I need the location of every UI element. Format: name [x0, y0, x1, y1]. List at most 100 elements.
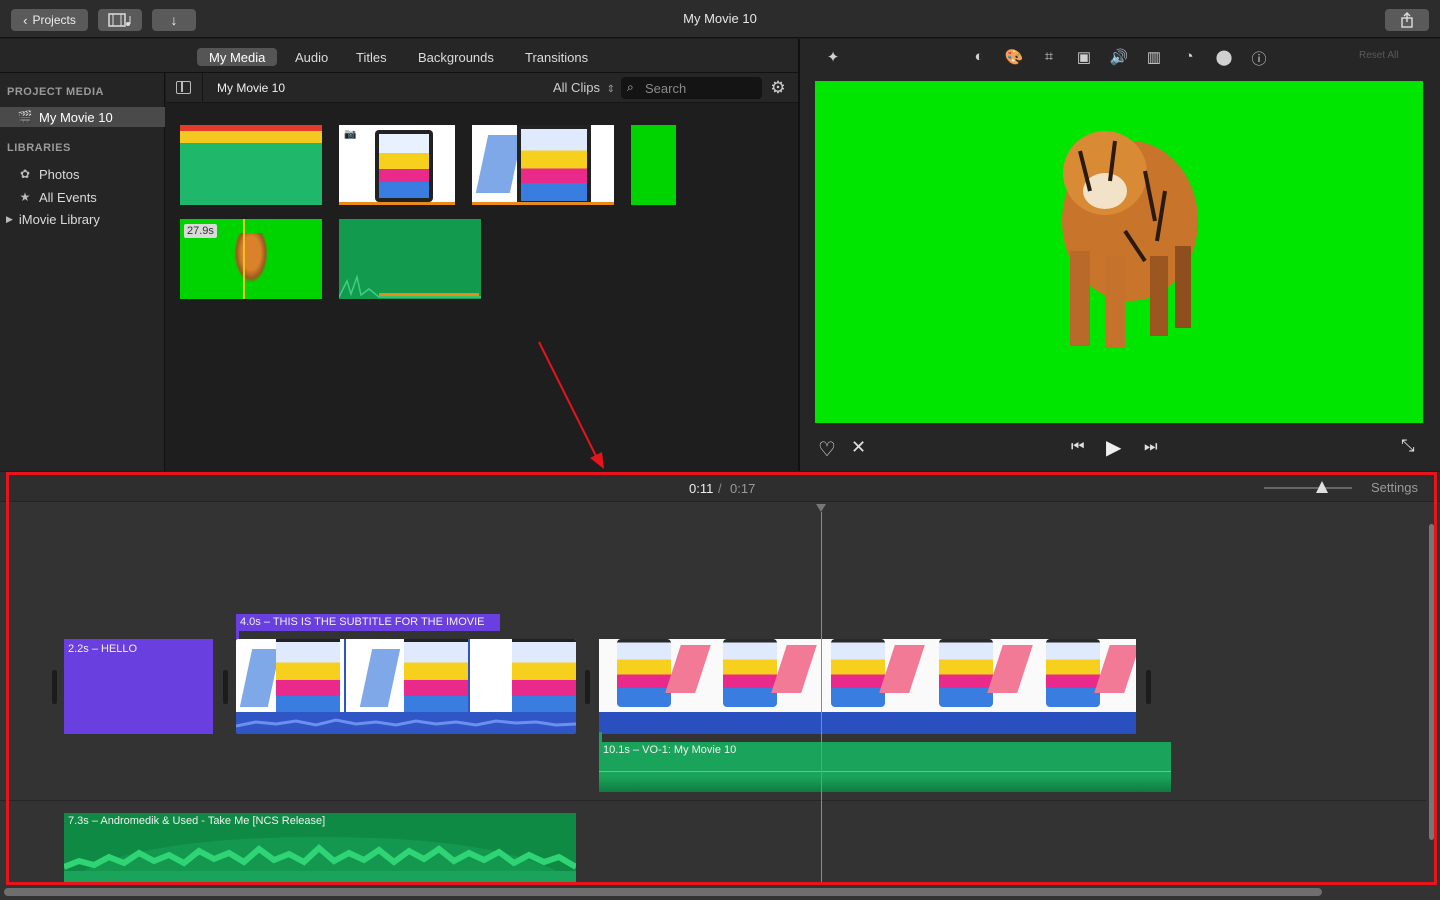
clip-filter-select[interactable]: All Clips ⇕: [553, 80, 615, 95]
equalizer-icon[interactable]: ▥: [1144, 48, 1164, 66]
tab-backgrounds[interactable]: Backgrounds: [406, 48, 506, 66]
clip-label: 2.2s – HELLO: [68, 643, 138, 655]
speed-gauge-icon[interactable]: ◔: [1179, 48, 1199, 66]
reset-all-button[interactable]: Reset All: [1359, 50, 1398, 61]
sidebar-toggle-icon[interactable]: [176, 81, 191, 94]
subtitle-connector: [236, 631, 239, 639]
updown-chevron-icon: ⇕: [606, 84, 615, 95]
play-icon[interactable]: ▶: [1106, 435, 1121, 460]
library-sidebar: PROJECT MEDIA 🎬 My Movie 10 LIBRARIES ✿ …: [0, 73, 165, 471]
track-divider: [0, 800, 1426, 801]
disclosure-triangle-icon: ▶: [6, 213, 13, 224]
time-separator: /: [718, 481, 722, 496]
clip-duration-badge: 27.9s: [184, 224, 217, 238]
color-palette-icon[interactable]: 🎨: [1004, 48, 1024, 66]
clip-trim-handle[interactable]: [52, 670, 57, 704]
browser-title: My Movie 10: [217, 81, 286, 95]
sidebar-item-imovie-library[interactable]: ▶ iMovie Library: [0, 209, 165, 229]
music-waveform: [64, 837, 576, 883]
clip-label: 4.0s – THIS IS THE SUBTITLE FOR THE IMOV…: [240, 616, 485, 628]
tab-titles[interactable]: Titles: [344, 48, 399, 66]
reject-x-icon[interactable]: ✕: [851, 437, 866, 458]
media-clip-audio[interactable]: [339, 219, 481, 299]
clip-label: 10.1s – VO-1: My Movie 10: [603, 744, 737, 756]
media-clip-3[interactable]: [472, 125, 614, 205]
panel-divider: [798, 39, 800, 471]
settings-button[interactable]: Settings: [1371, 480, 1418, 495]
camera-icon: 📷: [344, 129, 357, 140]
clip-filter-label: All Clips: [553, 80, 600, 95]
zoom-slider[interactable]: [1264, 481, 1352, 493]
filmstrip-frame: [236, 639, 344, 712]
sidebar-item-label: All Events: [39, 189, 97, 205]
video-clip-1[interactable]: [236, 639, 576, 734]
timeline-panel: 0:11 / 0:17 Settings 2.2s – HELLO 4.0s –…: [0, 472, 1440, 900]
media-clip-1[interactable]: [180, 125, 322, 205]
star-icon: ★: [19, 190, 31, 204]
audio-waveform: [339, 274, 481, 298]
zoom-slider-thumb[interactable]: [1316, 481, 1328, 493]
media-clip-tiger[interactable]: 27.9s: [180, 219, 322, 299]
sidebar-item-label: My Movie 10: [39, 109, 113, 125]
sidebar-item-all-events[interactable]: ★ All Events: [0, 187, 165, 207]
magic-wand-icon[interactable]: ✦: [823, 48, 843, 66]
gear-icon[interactable]: ⚙: [768, 78, 788, 98]
search-field[interactable]: ⌕ Search: [621, 77, 762, 99]
filter-circles-icon[interactable]: ⬤: [1214, 48, 1234, 66]
fullscreen-icon[interactable]: ⤡: [1401, 436, 1415, 456]
sidebar-item-my-movie[interactable]: 🎬 My Movie 10: [0, 107, 165, 127]
search-icon: ⌕: [627, 80, 634, 94]
tab-transitions[interactable]: Transitions: [513, 48, 600, 66]
timeline-header: 0:11 / 0:17 Settings: [0, 472, 1440, 502]
sidebar-item-label: Photos: [39, 166, 80, 182]
clip-trim-handle[interactable]: [223, 670, 228, 704]
annotation-arrow: [538, 341, 604, 469]
flower-icon: ✿: [19, 167, 31, 181]
music-clip[interactable]: 7.3s – Andromedik & Used - Take Me [NCS …: [64, 813, 576, 883]
stabilization-camera-icon[interactable]: ▣: [1074, 48, 1094, 66]
title-clip-subtitle[interactable]: 4.0s – THIS IS THE SUBTITLE FOR THE IMOV…: [236, 614, 500, 631]
clip-label: 7.3s – Andromedik & Used - Take Me [NCS …: [68, 815, 326, 827]
total-time: 0:17: [730, 481, 756, 496]
audio-waveform: [236, 718, 576, 728]
project-media-heading: PROJECT MEDIA: [7, 86, 104, 98]
crop-icon[interactable]: ⌗: [1039, 48, 1059, 66]
media-clip-4[interactable]: [631, 125, 676, 205]
clip-trim-handle[interactable]: [1146, 670, 1151, 704]
divider: [202, 73, 203, 103]
media-clip-2[interactable]: 📷: [339, 125, 455, 205]
sidebar-item-label: iMovie Library: [18, 211, 100, 227]
filmstrip-frame: [470, 639, 576, 712]
sidebar-item-photos[interactable]: ✿ Photos: [0, 164, 165, 184]
volume-icon[interactable]: 🔊: [1109, 48, 1129, 66]
skip-back-icon[interactable]: ⏮: [1071, 438, 1085, 455]
video-preview: [815, 81, 1423, 423]
playhead-marker[interactable]: [816, 504, 826, 512]
vertical-scrollbar[interactable]: [1429, 524, 1434, 840]
voiceover-clip[interactable]: 10.1s – VO-1: My Movie 10: [599, 742, 1171, 792]
horizontal-scrollbar[interactable]: [4, 888, 1322, 896]
clip-trim-handle[interactable]: [585, 670, 590, 704]
tab-audio[interactable]: Audio: [283, 48, 340, 66]
video-clip-2[interactable]: [599, 639, 1136, 734]
filmstrip: [599, 639, 1136, 712]
title-bar: ‹ Projects ↓ My Movie 10: [0, 0, 1440, 38]
playhead-line: [821, 512, 822, 884]
filmstrip-frame: [346, 639, 468, 712]
clapperboard-icon: 🎬: [17, 110, 33, 124]
info-icon[interactable]: ⓘ: [1249, 48, 1269, 68]
title-clip-hello[interactable]: 2.2s – HELLO: [64, 639, 213, 734]
skip-forward-icon[interactable]: ⏭: [1144, 438, 1158, 455]
search-input: Search: [645, 81, 687, 96]
favorite-heart-icon[interactable]: ♡: [818, 437, 836, 462]
share-button[interactable]: [1385, 9, 1429, 31]
voiceover-connector: [599, 732, 602, 742]
media-tabs-bar: My Media Audio Titles Backgrounds Transi…: [0, 39, 798, 73]
current-time: 0:11: [689, 481, 714, 496]
media-browser: My Movie 10 All Clips ⇕ ⌕ Search ⚙ 📷 27.…: [166, 73, 798, 471]
tab-my-media[interactable]: My Media: [197, 48, 278, 66]
viewer-panel: ✦ ◐ 🎨 ⌗ ▣ 🔊 ▥ ◔ ⬤ ⓘ Reset All ♡ ✕ ⏮ ▶ ⏭ …: [800, 39, 1440, 471]
tiger-preview-image: [1062, 131, 1198, 348]
color-balance-icon[interactable]: ◐: [969, 48, 989, 66]
window-title: My Movie 10: [683, 11, 757, 26]
